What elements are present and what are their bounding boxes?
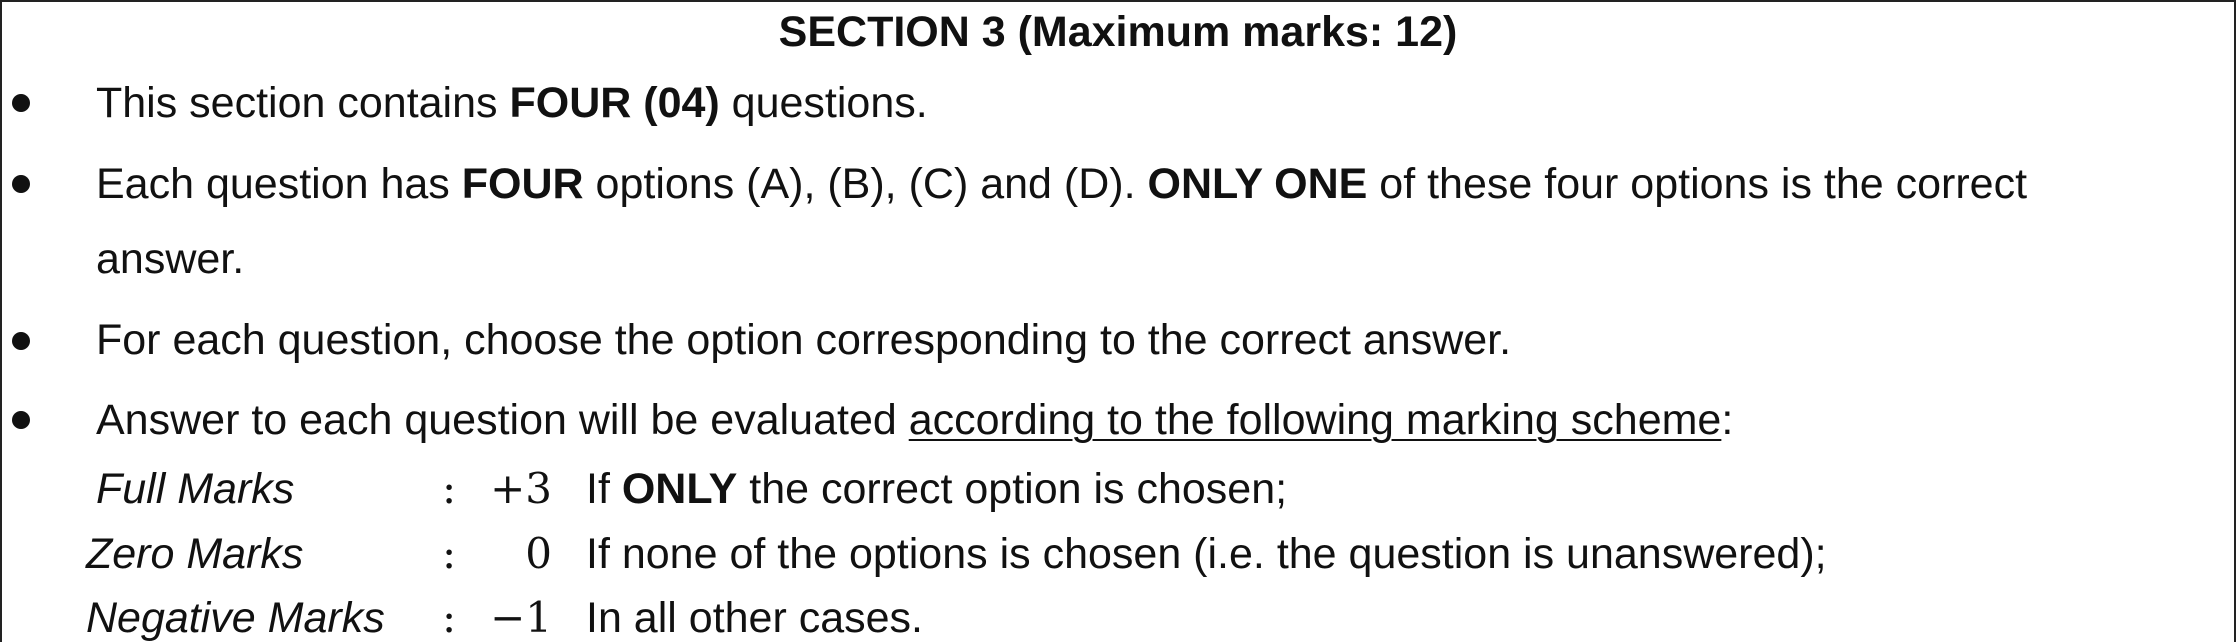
bullet-icon: [12, 175, 30, 193]
zero-marks-description: If none of the options is chosen (i.e. t…: [586, 530, 1827, 578]
negative-marks-value: −1: [490, 593, 552, 642]
instruction-2-options: options (A), (B), (C) and (D).: [583, 160, 1148, 208]
instruction-2: Each question has FOUR options (A), (B),…: [96, 158, 2027, 210]
instruction-4-tail: :: [1721, 396, 1734, 444]
instruction-4-text: Answer to each question will be evaluate…: [96, 396, 909, 444]
zero-marks-colon: :: [442, 529, 457, 578]
full-marks-desc-pre: If: [586, 465, 622, 513]
full-marks-label: Full Marks: [96, 465, 295, 513]
instruction-2-tail: of these four options is the correct: [1367, 160, 2028, 208]
bullet-icon: [12, 332, 30, 350]
full-marks-value: +3: [490, 464, 552, 513]
zero-marks-value: 0: [525, 529, 552, 578]
instruction-1-bold: FOUR (04): [509, 79, 720, 127]
bullet-icon: [12, 411, 30, 429]
instruction-3: For each question, choose the option cor…: [96, 316, 1512, 364]
instruction-2-continuation: answer.: [96, 235, 245, 283]
bullet-icon: [12, 94, 30, 112]
section-title: SECTION 3 (Maximum marks: 12): [778, 8, 1458, 56]
full-marks-desc-post: the correct option is chosen;: [737, 465, 1288, 513]
instruction-4: Answer to each question will be evaluate…: [96, 394, 1733, 446]
instruction-2-bold-only-one: ONLY ONE: [1147, 160, 1368, 208]
negative-marks-label: Negative Marks: [86, 594, 385, 642]
negative-marks-description: In all other cases.: [586, 594, 924, 642]
instruction-4-underlined: according to the following marking schem…: [908, 396, 1722, 444]
instruction-1-tail: questions.: [719, 79, 928, 127]
instruction-2-text: Each question has: [96, 160, 462, 208]
instruction-1-text: This section contains: [96, 79, 510, 127]
full-marks-description: If ONLY the correct option is chosen;: [586, 463, 1287, 515]
negative-marks-colon: :: [442, 593, 457, 642]
instruction-2-bold-four: FOUR: [461, 160, 584, 208]
full-marks-desc-bold: ONLY: [621, 465, 738, 513]
full-marks-colon: :: [442, 464, 457, 513]
instruction-1: This section contains FOUR (04) question…: [96, 77, 928, 129]
zero-marks-label: Zero Marks: [86, 530, 304, 578]
